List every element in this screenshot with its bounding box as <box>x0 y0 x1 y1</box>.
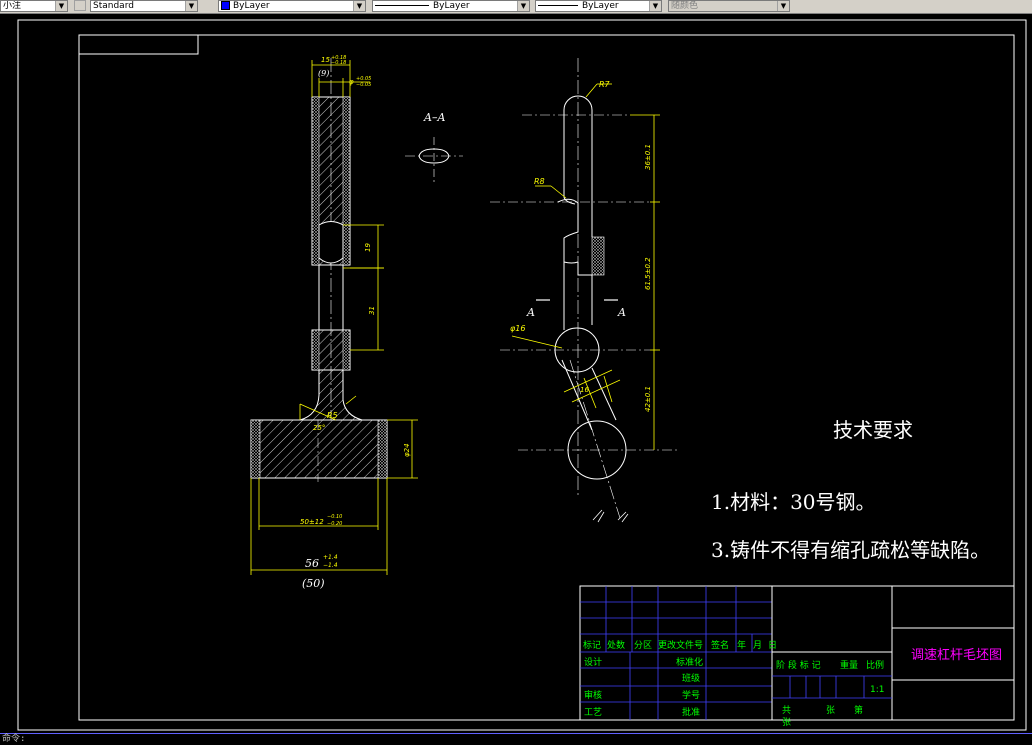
tb-weight: 重量 <box>840 659 858 671</box>
dim-top-width: 15 <box>321 56 330 64</box>
dim-r5: R5 <box>327 411 338 420</box>
tb-header-month: 月 <box>753 640 762 651</box>
tb-class: 班级 <box>682 672 700 684</box>
dim-31: 31 <box>368 306 376 315</box>
section-label: A–A <box>423 111 445 124</box>
dim-r8: R8 <box>534 177 545 186</box>
dim-50: 50±12 <box>300 518 324 526</box>
dim-56-upper: +1.4 <box>323 554 338 561</box>
properties-toolbar: 小注 ▼ Standard ▼ ByLayer ▼ ByLayer ▼ ByLa… <box>0 0 1032 14</box>
dimstyle-dropdown[interactable]: 小注 ▼ <box>0 0 68 12</box>
textstyle-manager-icon[interactable] <box>74 0 86 11</box>
tb-header-sign: 签名 <box>711 639 729 651</box>
chevron-down-icon: ▼ <box>55 1 67 11</box>
dim-50-paren: (50) <box>302 577 325 590</box>
dim-50-lower: −0.20 <box>327 521 342 527</box>
cut-label-a-left: A <box>526 306 535 319</box>
side-dimensions <box>511 83 660 450</box>
tb-scale: 比例 <box>866 659 884 671</box>
dim-16: 16 <box>580 386 589 394</box>
textstyle-value: Standard <box>93 1 134 11</box>
tb-header-count: 处数 <box>607 639 625 651</box>
lineweight-sample-icon <box>538 5 578 6</box>
chevron-down-icon: ▼ <box>185 1 197 11</box>
tb-header-change-doc: 更改文件号 <box>658 639 703 651</box>
tb-sheet: 张 <box>826 705 835 716</box>
tb-header-mark: 标记 <box>583 639 601 651</box>
plotstyle-dropdown[interactable]: 随颜色 ▼ <box>668 0 790 12</box>
tb-page: 第 <box>854 704 863 716</box>
lineweight-dropdown[interactable]: ByLayer ▼ <box>535 0 662 12</box>
tb-stage-mark: 阶 段 标 记 <box>776 659 821 671</box>
outer-frame <box>17 19 1027 731</box>
linetype-value: ByLayer <box>433 1 470 11</box>
chevron-down-icon: ▼ <box>353 1 365 11</box>
tech-note-2: 3.铸件不得有缩孔疏松等缺陷。 <box>711 538 990 562</box>
tb-approve: 批准 <box>682 706 700 718</box>
dim-top-d-lower: −0.05 <box>356 82 371 88</box>
corner-code-box <box>78 34 199 55</box>
dim-19: 19 <box>364 243 372 252</box>
drawing-canvas[interactable]: 15 +0.18 −0.18 (9) φ +0.05 −0.05 19 31 R… <box>0 14 1032 733</box>
tb-header-year: 年 <box>737 639 746 651</box>
dim-top-paren: (9) <box>318 69 329 78</box>
chevron-down-icon: ▼ <box>777 1 789 11</box>
tb-total: 共 <box>782 705 791 716</box>
tb-drawing-name: 调速杠杆毛坯图 <box>911 647 1002 663</box>
front-view <box>250 58 388 482</box>
dim-r7: R7 <box>599 80 611 89</box>
tb-header-day: 日 <box>768 640 777 651</box>
color-swatch-icon <box>221 1 230 10</box>
dim-56-lower: −1.4 <box>323 562 338 569</box>
command-line[interactable]: 命令: <box>0 733 1032 745</box>
tb-standardize: 标准化 <box>676 656 703 668</box>
tb-scale-value: 1:1 <box>870 685 884 695</box>
tb-design: 设计 <box>584 656 602 668</box>
dim-phi24: φ24 <box>403 443 411 457</box>
dim-top-d: φ <box>349 78 354 86</box>
dim-50-upper: −0.10 <box>327 514 342 520</box>
dim-61-5: 61.5±0.2 <box>644 257 652 290</box>
tb-process: 工艺 <box>584 707 602 718</box>
tb-page-unit: 张 <box>782 717 791 728</box>
dim-phi16: φ16 <box>510 324 525 333</box>
lineweight-value: ByLayer <box>582 1 619 11</box>
tech-note-1: 1.材料：30号钢。 <box>711 490 876 514</box>
color-value: ByLayer <box>233 1 270 11</box>
dimstyle-value: 小注 <box>3 1 22 11</box>
chevron-down-icon: ▼ <box>517 1 529 11</box>
dim-42: 42±0.1 <box>644 386 652 412</box>
textstyle-dropdown[interactable]: Standard ▼ <box>90 0 198 12</box>
color-dropdown[interactable]: ByLayer ▼ <box>218 0 366 12</box>
tech-title: 技术要求 <box>833 418 913 442</box>
tb-review: 审核 <box>584 689 602 701</box>
tb-header-zone: 分区 <box>634 640 652 651</box>
inner-frame <box>78 34 1015 721</box>
tb-student-id: 学号 <box>682 689 700 701</box>
linetype-sample-icon <box>375 5 429 6</box>
section-a-a <box>405 137 463 185</box>
cut-label-a-right: A <box>617 306 626 319</box>
linetype-dropdown[interactable]: ByLayer ▼ <box>372 0 530 12</box>
dim-36: 36±0.1 <box>644 144 652 170</box>
plotstyle-value: 随颜色 <box>671 1 699 11</box>
dim-56: 56 <box>305 557 319 570</box>
dim-angle: 25° <box>313 424 325 432</box>
dim-top-tol-lower: −0.18 <box>331 60 346 66</box>
chevron-down-icon: ▼ <box>649 1 661 11</box>
